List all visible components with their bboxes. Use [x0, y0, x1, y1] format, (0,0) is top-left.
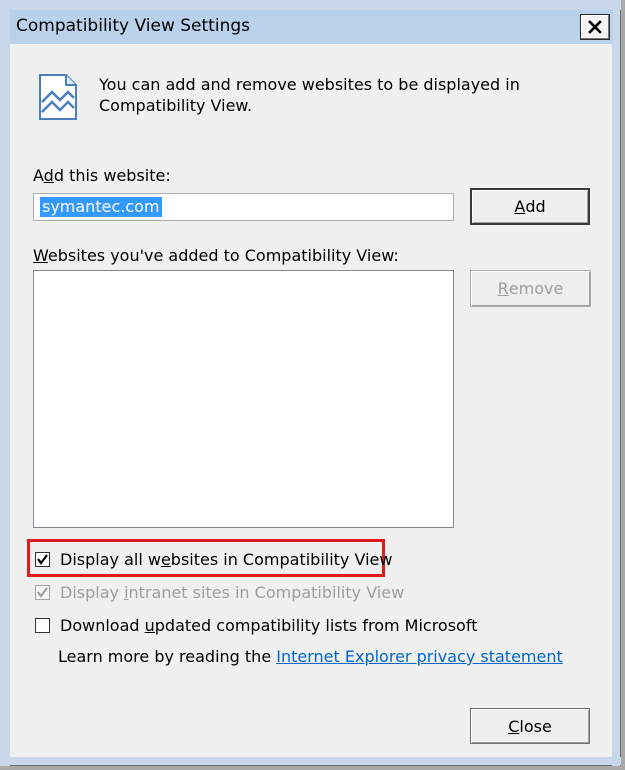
learn-more-text: Learn more by reading the Internet Explo… [58, 647, 563, 666]
close-icon [588, 20, 602, 34]
add-website-input[interactable]: symantec.com [33, 193, 454, 221]
title-bar: Compatibility View Settings [10, 10, 613, 44]
intro-text: You can add and remove websites to be di… [99, 75, 520, 115]
window-frame-top [0, 0, 621, 10]
compatibility-view-dialog: Compatibility View Settings You can add … [0, 0, 621, 766]
add-website-label: Add this website: [33, 166, 171, 185]
checkmark-icon [37, 553, 48, 565]
compatibility-view-icon [39, 74, 77, 120]
add-button[interactable]: Add [470, 188, 590, 225]
download-lists-option[interactable]: Download updated compatibility lists fro… [35, 613, 477, 637]
display-intranet-option[interactable]: Display intranet sites in Compatibility … [35, 580, 404, 604]
display-all-checkbox[interactable] [35, 551, 50, 567]
websites-list-label: Websites you've added to Compatibility V… [33, 246, 399, 265]
privacy-statement-link[interactable]: Internet Explorer privacy statement [276, 647, 563, 666]
close-button[interactable]: Close [470, 708, 590, 744]
window-frame-bottom [0, 757, 621, 765]
compatibility-websites-list[interactable] [33, 270, 454, 528]
download-lists-label: Download updated compatibility lists fro… [60, 615, 478, 635]
close-window-button[interactable] [580, 14, 610, 40]
display-intranet-label: Display intranet sites in Compatibility … [60, 582, 405, 602]
display-all-option[interactable]: Display all websites in Compatibility Vi… [35, 547, 392, 571]
window-frame-right [612, 0, 620, 766]
checkmark-icon [37, 586, 48, 598]
add-website-value: symantec.com [40, 197, 162, 217]
learn-more-prefix: Learn more by reading the [58, 647, 277, 666]
display-all-label: Display all websites in Compatibility Vi… [60, 549, 393, 569]
display-intranet-checkbox[interactable] [35, 584, 50, 600]
remove-button[interactable]: Remove [470, 270, 591, 307]
download-lists-checkbox[interactable] [35, 617, 50, 633]
window-frame-left [0, 0, 10, 766]
window-title: Compatibility View Settings [16, 16, 250, 36]
